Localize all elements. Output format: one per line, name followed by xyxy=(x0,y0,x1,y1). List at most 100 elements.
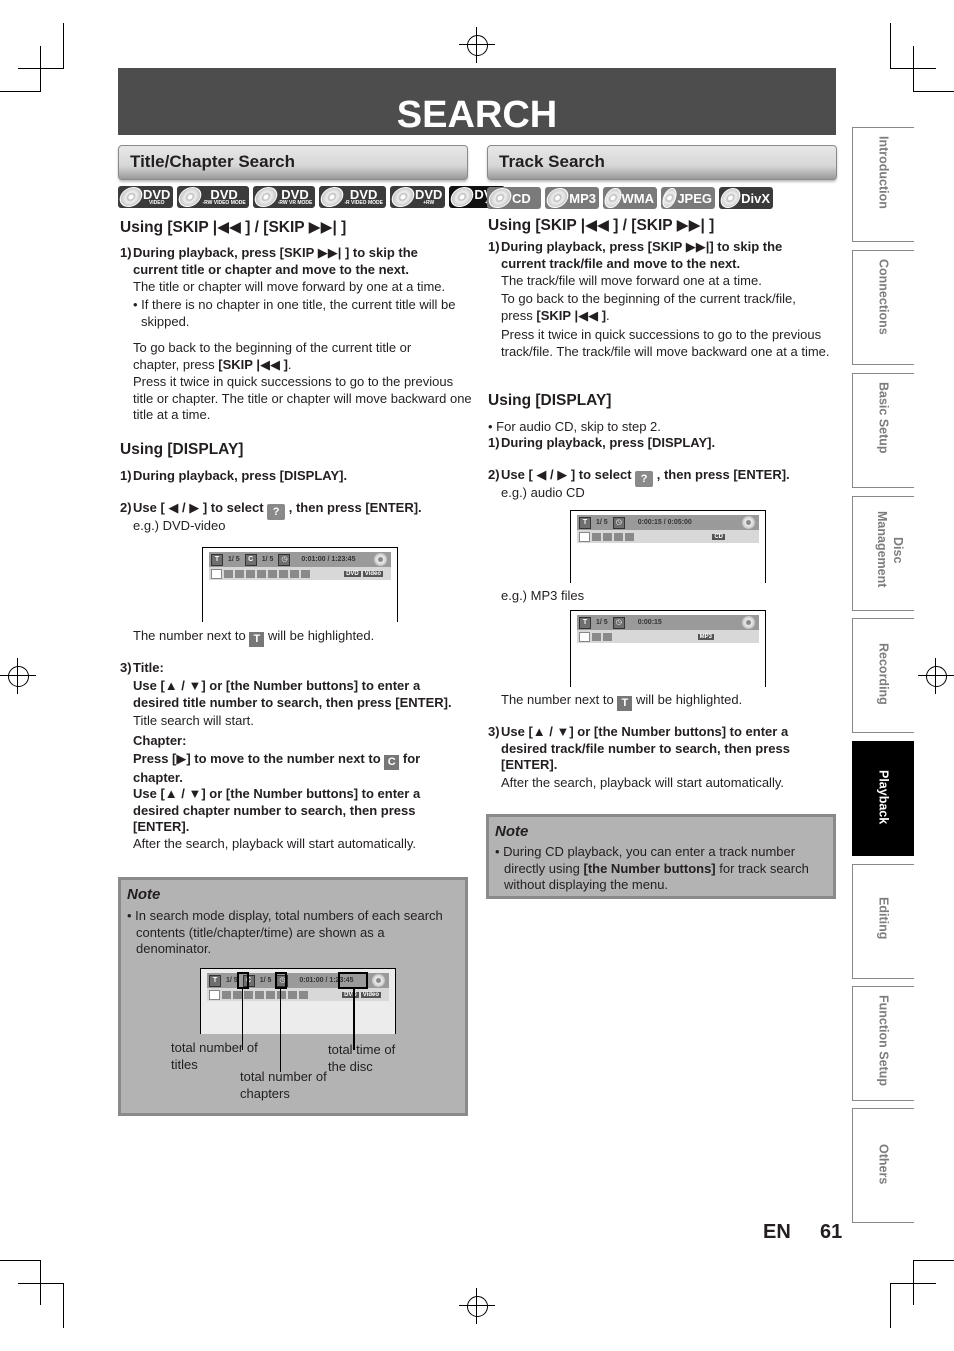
osd-callout-example: T 1/ 5 C 1/ 5 ◷ 0:01:00 / 1:23:45 DVD Vi… xyxy=(200,968,396,1034)
step-3-chapter-instruction: Use [▲ / ▼] or [the Number buttons] to e… xyxy=(133,786,421,834)
zoom-icon xyxy=(290,569,299,578)
highlight-note: The number next to T will be highlighted… xyxy=(501,692,743,711)
example-mp3: e.g.) MP3 files xyxy=(501,588,585,603)
chapter-position: 1/ 5 xyxy=(261,556,274,563)
page-banner: SEARCH xyxy=(118,68,836,136)
track-icon: T xyxy=(617,696,633,711)
badge-dvd-r-video: DVD -R VIDEO MODE xyxy=(318,186,386,208)
step-3-instruction: Use [▲ / ▼] or [the Number buttons] to e… xyxy=(501,724,790,772)
step-number: 1) xyxy=(488,435,500,450)
callout-total-time: total time of the disc xyxy=(328,1042,396,1074)
tab-introduction[interactable]: Introduction xyxy=(852,127,914,242)
osd-top-bar: T 1/ 5 ◷ 0:00:15 / 0:05:00 xyxy=(577,515,759,530)
page-number: 61 xyxy=(820,1221,843,1243)
time-readout: 0:00:15 xyxy=(637,619,662,626)
tab-basic-setup[interactable]: Basic Setup xyxy=(852,373,914,488)
disc-type-badges: DVD VIDEO DVD -RW VIDEO MODE DVD -RW VR MOD… xyxy=(117,186,505,208)
section-header-track-search: Track Search xyxy=(487,145,837,180)
badge-cd: CD xyxy=(486,187,541,209)
display-step-1: During playback, press [DISPLAY]. xyxy=(501,435,716,450)
osd-menu-bar: DVD Video xyxy=(209,567,391,580)
osd-menu-bar: CD xyxy=(577,530,759,543)
tab-others[interactable]: Others xyxy=(852,1108,914,1223)
track-position: 1/ 5 xyxy=(596,619,608,626)
disc-icon xyxy=(389,187,417,207)
tab-editing[interactable]: Editing xyxy=(852,864,914,979)
title-position: 1/ 5 xyxy=(226,977,238,984)
step-1-instruction: During playback, press [SKIP ▶▶| ] to sk… xyxy=(133,245,418,277)
badge-divx: DivX xyxy=(718,187,773,209)
display-step-1: During playback, press [DISPLAY]. xyxy=(133,468,348,483)
disc-icon xyxy=(660,188,679,208)
skip-twice-text: Press it twice in quick successions to g… xyxy=(501,327,830,359)
disc-icon xyxy=(318,187,347,207)
step-number: 1) xyxy=(120,245,132,260)
angle-icon xyxy=(244,990,253,999)
step-number: 2) xyxy=(488,467,500,482)
note-bullet: • In search mode display, total numbers … xyxy=(127,908,443,956)
search-magnifier-icon: ? xyxy=(635,471,654,487)
osd-top-bar: T 1/ 5 ◷ 0:00:15 xyxy=(577,615,759,630)
step-1-description: The title or chapter will move forward b… xyxy=(133,279,446,294)
section-title: Title/Chapter Search xyxy=(130,152,296,171)
tab-connections[interactable]: Connections xyxy=(852,250,914,365)
disc-type-label: DVD xyxy=(344,570,361,577)
tab-playback[interactable]: Playback xyxy=(852,741,914,856)
audio-icon xyxy=(224,569,233,578)
heading-using-display: Using [DISPLAY] xyxy=(120,441,244,458)
language-label: EN xyxy=(763,1221,791,1243)
highlight-note: The number next to T will be highlighted… xyxy=(133,628,375,647)
badge-dvd-rw-video: DVD -RW VIDEO MODE xyxy=(176,186,249,208)
step-3-chapter-press: Press [▶] to move to the number next to … xyxy=(133,751,421,785)
osd-menu-bar: MP3 xyxy=(577,630,759,643)
badge-dvd-video: DVD VIDEO xyxy=(117,186,174,208)
chapter-icon: C xyxy=(384,755,400,770)
audio-cd-bullet: • For audio CD, skip to step 2. xyxy=(488,419,661,434)
step-3-after: After the search, playback will start au… xyxy=(501,775,784,790)
chapter-position: 1/ 5 xyxy=(259,977,272,984)
note-bullet: • During CD playback, you can enter a tr… xyxy=(495,844,809,892)
callout-line-time xyxy=(353,988,355,1050)
disc-icon xyxy=(742,616,755,629)
callout-total-chapters: total number of chapters xyxy=(240,1069,327,1101)
step-1-description: The track/file will move forward one at … xyxy=(501,273,762,288)
clock-icon: ◷ xyxy=(278,553,291,566)
format-label: Video xyxy=(362,570,383,577)
badge-mp3: MP3 xyxy=(544,187,599,209)
example-audio-cd: e.g.) audio CD xyxy=(501,485,585,500)
title-icon: T xyxy=(209,974,221,987)
heading-using-skip: Using [SKIP |◀◀ ] / [SKIP ▶▶| ] xyxy=(120,219,347,236)
registration-mark-left xyxy=(0,658,36,694)
note-box-left: Note • In search mode display, total num… xyxy=(118,877,468,1116)
zoom-icon xyxy=(288,990,297,999)
registration-mark-top xyxy=(459,27,495,63)
marker-icon xyxy=(614,532,623,541)
heading-using-display: Using [DISPLAY] xyxy=(488,392,612,409)
title-icon: T xyxy=(211,553,223,566)
search-icon xyxy=(211,568,222,579)
search-icon xyxy=(579,631,590,642)
tab-function-setup[interactable]: Function Setup xyxy=(852,986,914,1101)
disc-icon xyxy=(486,188,514,208)
section-header-title-chapter-search: Title/Chapter Search xyxy=(118,145,468,180)
tab-disc-management[interactable]: Disc Management xyxy=(852,496,914,611)
track-icon: T xyxy=(579,616,591,629)
disc-icon xyxy=(372,974,385,987)
badge-wma: WMA xyxy=(602,187,657,209)
search-icon xyxy=(579,531,590,542)
track-icon: T xyxy=(579,516,591,529)
osd-top-bar: T 1/ 5 C 1/ 5 ◷ 0:01:00 / 1:23:45 xyxy=(209,552,391,567)
disc-icon xyxy=(602,188,624,208)
step-number: 1) xyxy=(120,468,132,483)
disc-icon xyxy=(252,187,280,207)
skip-back-text: To go back to the beginning of the curre… xyxy=(133,340,412,372)
note-title: Note xyxy=(495,823,529,840)
display-step-2: Use [ ◀ / ▶ ] to select ? , then press [… xyxy=(133,500,422,520)
registration-mark-bottom xyxy=(459,1288,495,1324)
disc-icon xyxy=(448,187,477,207)
tab-recording[interactable]: Recording xyxy=(852,618,914,733)
audio-icon xyxy=(592,532,601,541)
osd-menu-bar: DVD Video xyxy=(207,988,389,1001)
repeat-icon xyxy=(255,990,264,999)
surround-icon xyxy=(301,569,310,578)
